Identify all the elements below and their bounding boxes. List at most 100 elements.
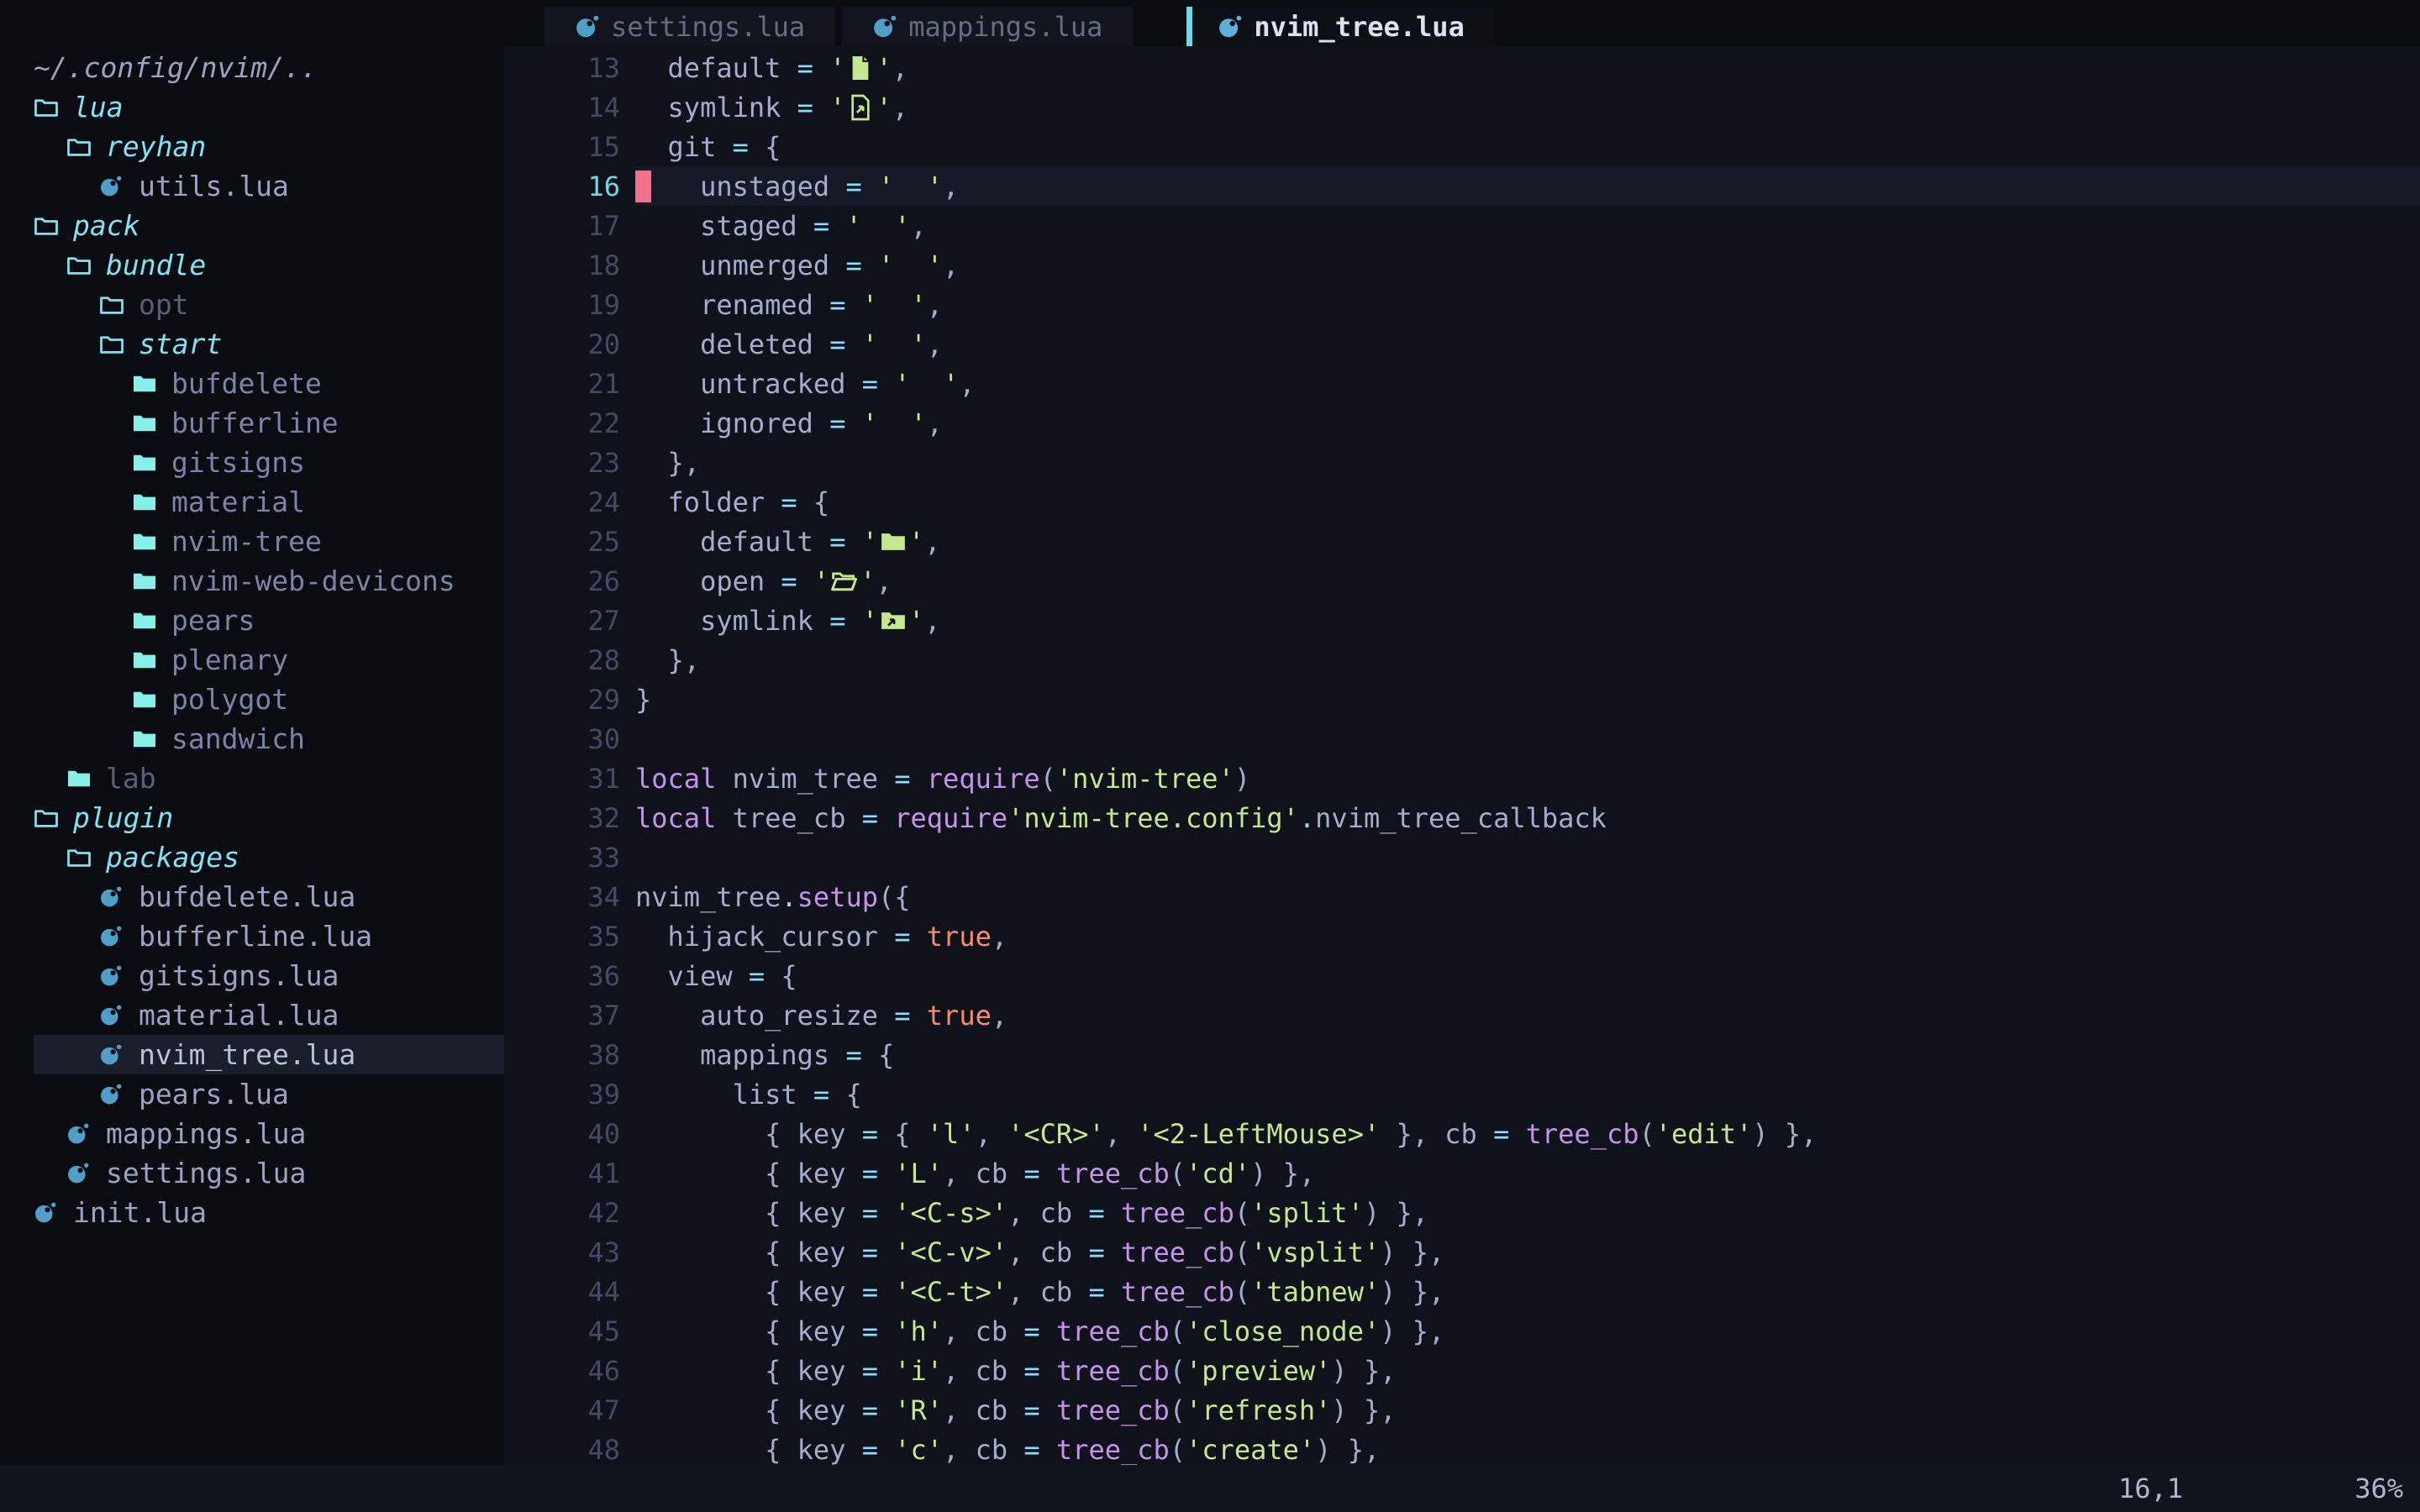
line-number: 47 bbox=[504, 1394, 635, 1426]
code-line-19[interactable]: 19 renamed = ' ', bbox=[504, 285, 2420, 324]
code-line-36[interactable]: 36 view = { bbox=[504, 956, 2420, 995]
code-line-31[interactable]: 31local nvim_tree = require('nvim-tree') bbox=[504, 759, 2420, 798]
code-line-text: unstaged = ' ', bbox=[635, 166, 2420, 206]
line-number: 21 bbox=[504, 368, 635, 400]
tree-item-start[interactable]: start bbox=[34, 324, 504, 364]
code-line-text: { key = 'i', cb = tree_cb('preview') }, bbox=[635, 1351, 2420, 1390]
folder-open-glyph-icon bbox=[829, 566, 860, 596]
code-line-13[interactable]: 13 default = '', bbox=[504, 48, 2420, 87]
tree-item-packages[interactable]: packages bbox=[34, 837, 504, 877]
code-line-46[interactable]: 46 { key = 'i', cb = tree_cb('preview') … bbox=[504, 1351, 2420, 1390]
code-line-37[interactable]: 37 auto_resize = true, bbox=[504, 995, 2420, 1035]
code-line-17[interactable]: 17 staged = ' ', bbox=[504, 206, 2420, 245]
tree-item-label: nvim_tree.lua bbox=[139, 1038, 355, 1071]
tree-item-label: pears bbox=[171, 604, 255, 637]
code-line-14[interactable]: 14 symlink = '', bbox=[504, 87, 2420, 127]
code-line-35[interactable]: 35 hijack_cursor = true, bbox=[504, 916, 2420, 956]
tree-item-plenary[interactable]: plenary bbox=[34, 640, 504, 680]
tree-item-pack[interactable]: pack bbox=[34, 206, 504, 245]
tree-item-gitsigns[interactable]: gitsigns bbox=[34, 443, 504, 482]
tree-item-bufferline.lua[interactable]: bufferline.lua bbox=[34, 916, 504, 956]
tree-root-path[interactable]: ~/.config/nvim/.. bbox=[34, 48, 504, 87]
tree-item-bufdelete.lua[interactable]: bufdelete.lua bbox=[34, 877, 504, 916]
line-number: 30 bbox=[504, 723, 635, 755]
tree-item-nvim-tree[interactable]: nvim-tree bbox=[34, 522, 504, 561]
code-line-39[interactable]: 39 list = { bbox=[504, 1074, 2420, 1114]
code-line-text: { key = '<C-v>', cb = tree_cb('vsplit') … bbox=[635, 1232, 2420, 1272]
code-line-text: open = '', bbox=[635, 561, 2420, 601]
code-line-33[interactable]: 33 bbox=[504, 837, 2420, 877]
folder-icon bbox=[132, 528, 159, 556]
tree-item-gitsigns.lua[interactable]: gitsigns.lua bbox=[34, 956, 504, 995]
code-line-22[interactable]: 22 ignored = ' ', bbox=[504, 403, 2420, 443]
tree-item-nvim-web-devicons[interactable]: nvim-web-devicons bbox=[34, 561, 504, 601]
code-line-42[interactable]: 42 { key = '<C-s>', cb = tree_cb('split'… bbox=[504, 1193, 2420, 1232]
code-line-text: { key = 'R', cb = tree_cb('refresh') }, bbox=[635, 1390, 2420, 1430]
code-line-40[interactable]: 40 { key = { 'l', '<CR>', '<2-LeftMouse>… bbox=[504, 1114, 2420, 1153]
code-line-text: { key = { 'l', '<CR>', '<2-LeftMouse>' }… bbox=[635, 1114, 2420, 1153]
code-line-text: mappings = { bbox=[635, 1035, 2420, 1074]
code-line-43[interactable]: 43 { key = '<C-v>', cb = tree_cb('vsplit… bbox=[504, 1232, 2420, 1272]
code-line-28[interactable]: 28 }, bbox=[504, 640, 2420, 680]
tree-item-bundle[interactable]: bundle bbox=[34, 245, 504, 285]
code-line-38[interactable]: 38 mappings = { bbox=[504, 1035, 2420, 1074]
code-line-text: deleted = ' ', bbox=[635, 324, 2420, 364]
tree-item-pears.lua[interactable]: pears.lua bbox=[34, 1074, 504, 1114]
code-line-32[interactable]: 32local tree_cb = require'nvim-tree.conf… bbox=[504, 798, 2420, 837]
tree-item-lab[interactable]: lab bbox=[34, 759, 504, 798]
tree-item-bufdelete[interactable]: bufdelete bbox=[34, 364, 504, 403]
lua-file-icon bbox=[99, 962, 126, 990]
tree-item-bufferline[interactable]: bufferline bbox=[34, 403, 504, 443]
code-line-text: hijack_cursor = true, bbox=[635, 916, 2420, 956]
code-line-30[interactable]: 30 bbox=[504, 719, 2420, 759]
tree-item-nvim_tree.lua[interactable]: nvim_tree.lua bbox=[34, 1035, 504, 1074]
tree-item-reyhan[interactable]: reyhan bbox=[34, 127, 504, 166]
code-line-44[interactable]: 44 { key = '<C-t>', cb = tree_cb('tabnew… bbox=[504, 1272, 2420, 1311]
code-line-26[interactable]: 26 open = '', bbox=[504, 561, 2420, 601]
code-line-41[interactable]: 41 { key = 'L', cb = tree_cb('cd') }, bbox=[504, 1153, 2420, 1193]
code-line-21[interactable]: 21 untracked = ' ', bbox=[504, 364, 2420, 403]
code-line-text: { key = 'L', cb = tree_cb('cd') }, bbox=[635, 1153, 2420, 1193]
tree-item-material.lua[interactable]: material.lua bbox=[34, 995, 504, 1035]
code-line-45[interactable]: 45 { key = 'h', cb = tree_cb('close_node… bbox=[504, 1311, 2420, 1351]
tree-item-lua[interactable]: lua bbox=[34, 87, 504, 127]
line-number: 23 bbox=[504, 447, 635, 479]
line-number: 45 bbox=[504, 1315, 635, 1347]
tree-item-opt[interactable]: opt bbox=[34, 285, 504, 324]
line-number: 28 bbox=[504, 644, 635, 676]
tree-item-mappings.lua[interactable]: mappings.lua bbox=[34, 1114, 504, 1153]
tree-item-pears[interactable]: pears bbox=[34, 601, 504, 640]
code-line-29[interactable]: 29} bbox=[504, 680, 2420, 719]
line-number: 27 bbox=[504, 605, 635, 637]
tree-item-polygot[interactable]: polygot bbox=[34, 680, 504, 719]
line-number: 43 bbox=[504, 1236, 635, 1268]
code-line-20[interactable]: 20 deleted = ' ', bbox=[504, 324, 2420, 364]
code-line-48[interactable]: 48 { key = 'c', cb = tree_cb('create') }… bbox=[504, 1430, 2420, 1465]
code-line-24[interactable]: 24 folder = { bbox=[504, 482, 2420, 522]
tree-item-init.lua[interactable]: init.lua bbox=[34, 1193, 504, 1232]
code-line-34[interactable]: 34nvim_tree.setup({ bbox=[504, 877, 2420, 916]
code-line-text bbox=[635, 837, 2420, 877]
code-line-23[interactable]: 23 }, bbox=[504, 443, 2420, 482]
line-number: 25 bbox=[504, 526, 635, 558]
code-line-16[interactable]: 16 unstaged = ' ', bbox=[504, 166, 2420, 206]
tree-item-utils.lua[interactable]: utils.lua bbox=[34, 166, 504, 206]
code-line-27[interactable]: 27 symlink = '', bbox=[504, 601, 2420, 640]
code-line-25[interactable]: 25 default = '', bbox=[504, 522, 2420, 561]
editor-pane[interactable]: 13 default = '',14 symlink = '',15 git =… bbox=[504, 0, 2420, 1465]
line-number: 16 bbox=[504, 171, 635, 202]
tree-item-label: bufferline bbox=[171, 407, 339, 439]
tree-item-label: ~/.config/nvim/.. bbox=[34, 51, 318, 84]
tree-item-material[interactable]: material bbox=[34, 482, 504, 522]
code-line-15[interactable]: 15 git = { bbox=[504, 127, 2420, 166]
lua-file-icon bbox=[99, 922, 126, 951]
code-line-18[interactable]: 18 unmerged = ' ', bbox=[504, 245, 2420, 285]
lua-file-icon bbox=[99, 883, 126, 911]
tree-item-sandwich[interactable]: sandwich bbox=[34, 719, 504, 759]
folder-icon bbox=[132, 685, 159, 714]
code-line-47[interactable]: 47 { key = 'R', cb = tree_cb('refresh') … bbox=[504, 1390, 2420, 1430]
line-number: 20 bbox=[504, 328, 635, 360]
tree-item-settings.lua[interactable]: settings.lua bbox=[34, 1153, 504, 1193]
tree-item-label: init.lua bbox=[73, 1196, 207, 1229]
tree-item-plugin[interactable]: plugin bbox=[34, 798, 504, 837]
